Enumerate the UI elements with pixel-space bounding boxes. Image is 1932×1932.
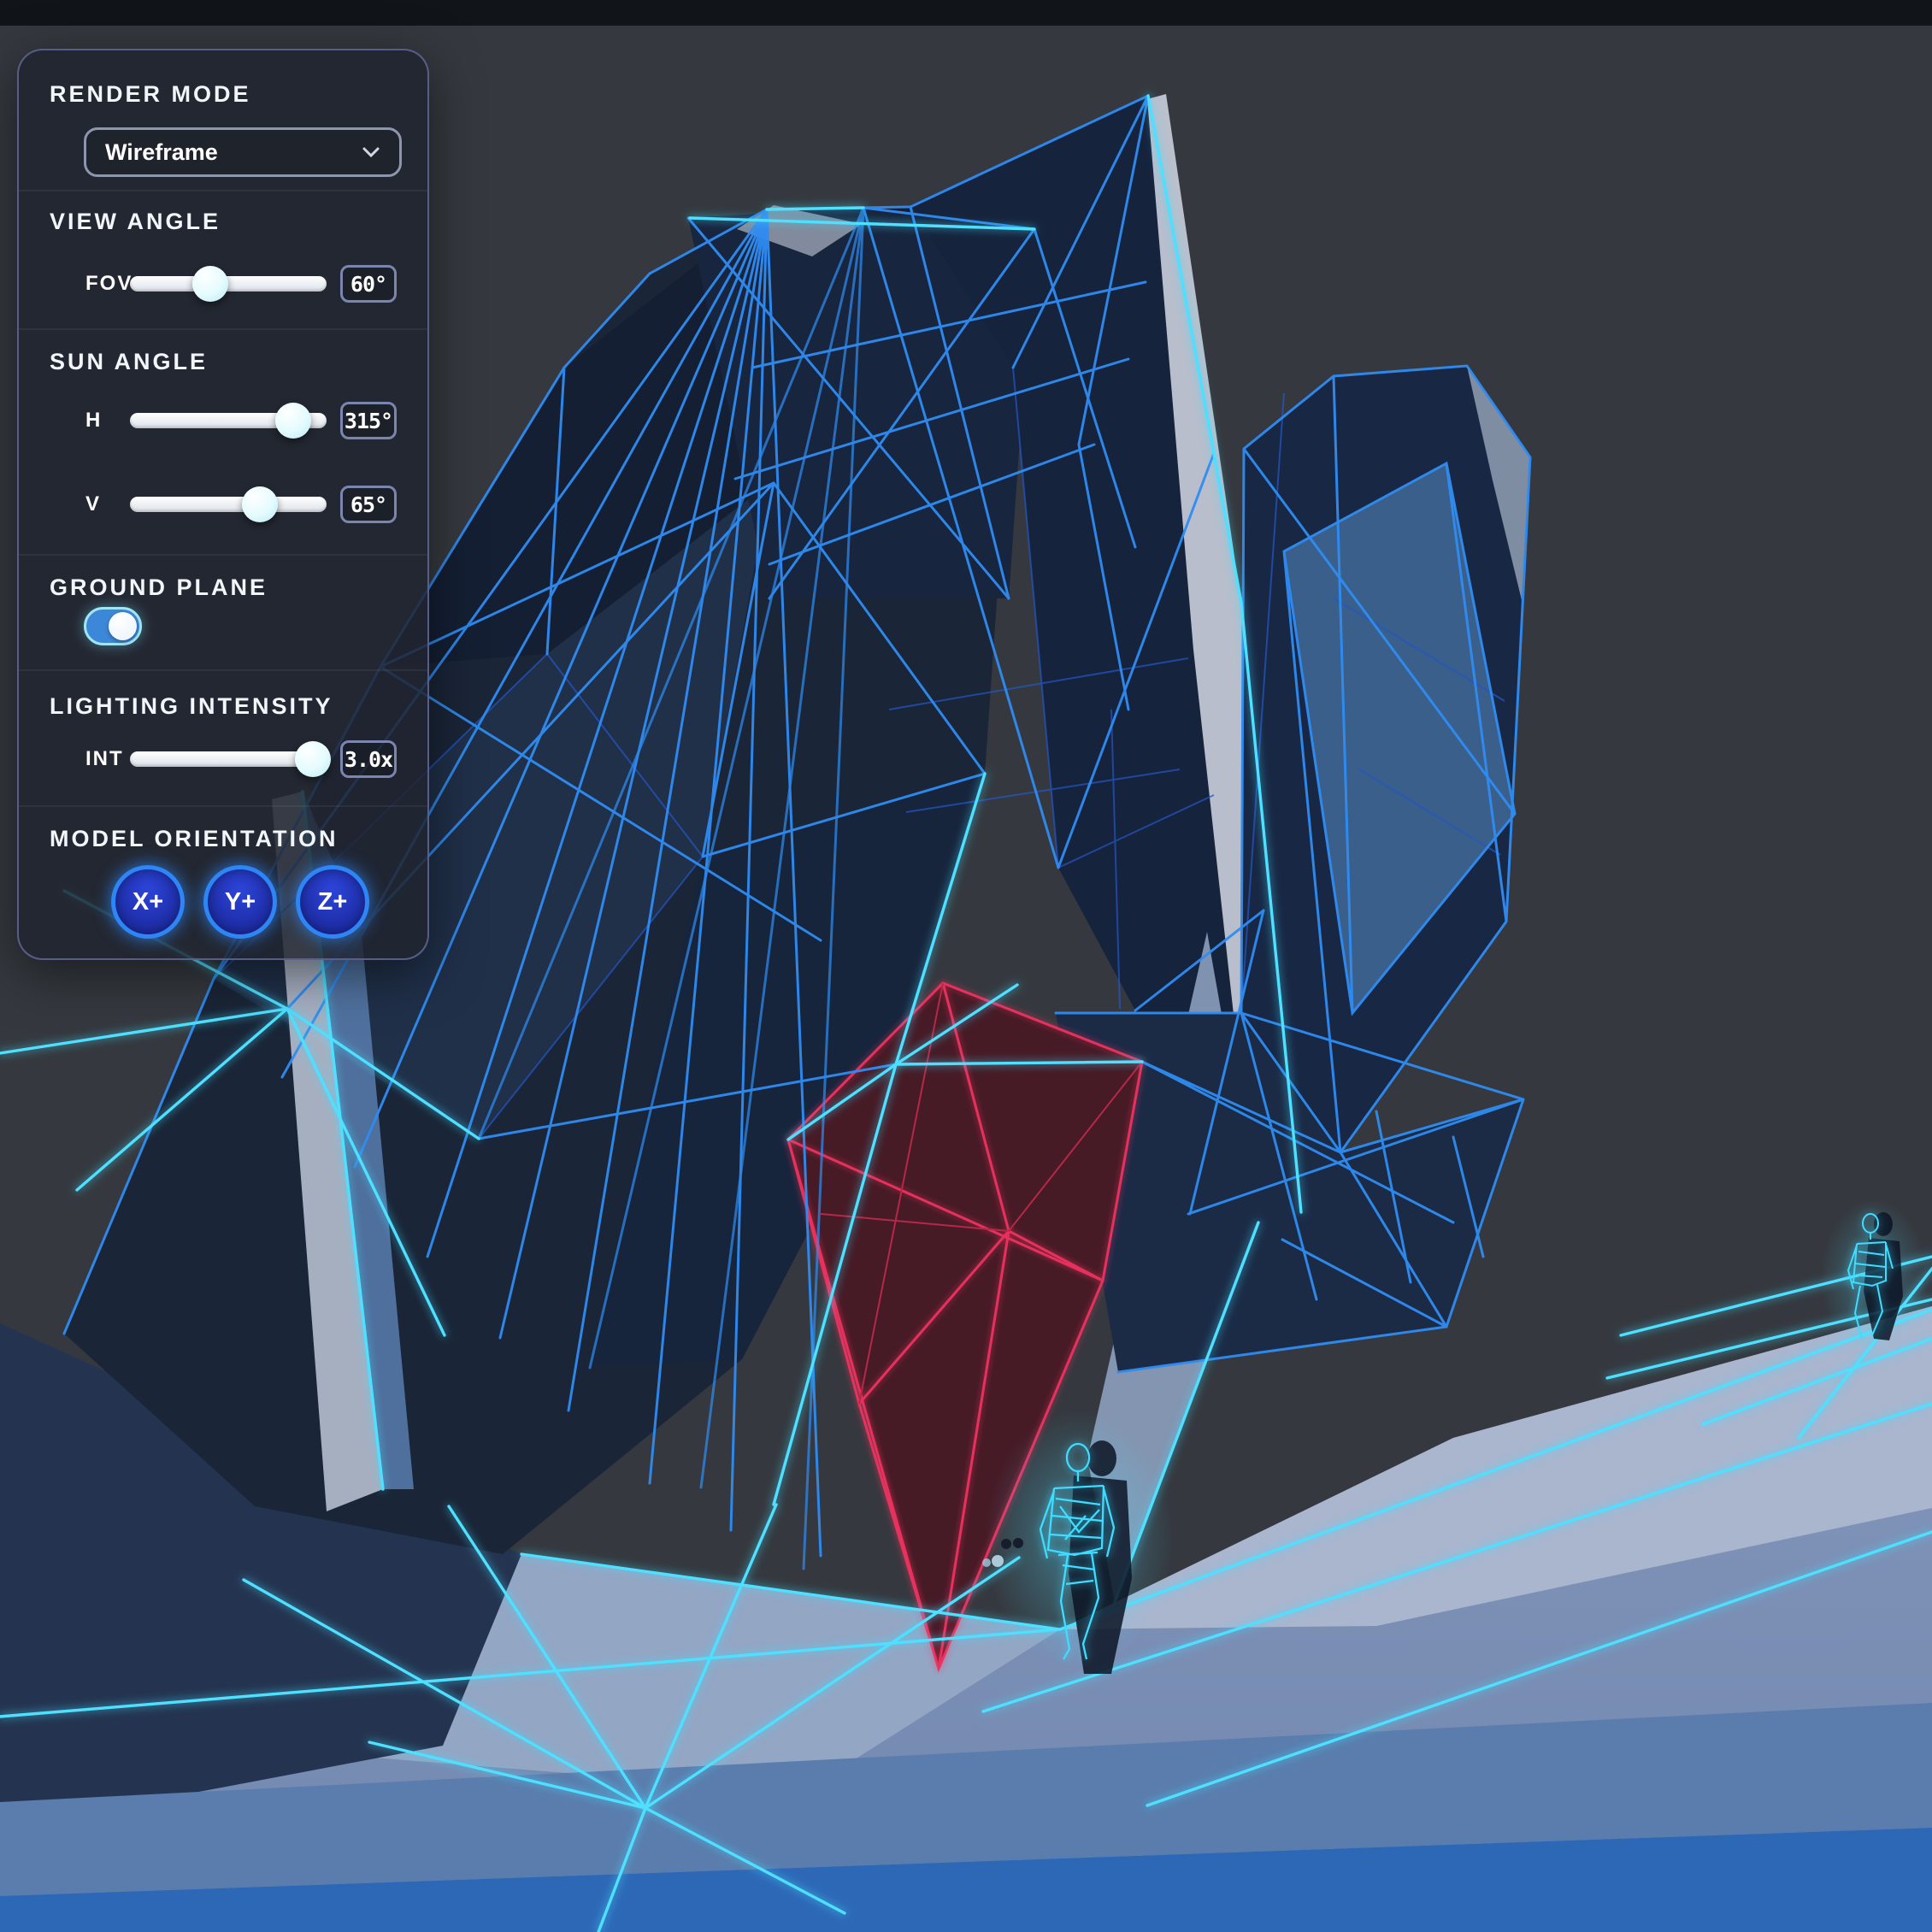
intensity-label: INT — [85, 747, 130, 771]
sun-v-value-badge: 65° — [340, 486, 397, 523]
settings-panel: RENDER MODE Wireframe VIEW ANGLE FOV 60°… — [17, 49, 429, 960]
chevron-down-icon — [362, 146, 380, 158]
rotate-x-button[interactable]: X+ — [111, 865, 185, 939]
sun-angle-label: SUN ANGLE — [50, 349, 397, 374]
sun-v-slider[interactable] — [130, 497, 327, 512]
fov-value-badge: 60° — [340, 265, 397, 303]
section-divider — [19, 328, 427, 330]
lighting-intensity-label: LIGHTING INTENSITY — [50, 693, 397, 719]
ground-plane-toggle[interactable] — [84, 607, 142, 645]
model-orientation-label: MODEL ORIENTATION — [50, 826, 397, 851]
fov-slider-thumb[interactable] — [192, 266, 228, 302]
orientation-buttons: X+ Y+ Z+ — [111, 865, 397, 939]
render-mode-label: RENDER MODE — [50, 81, 397, 107]
app-window: RENDER MODE Wireframe VIEW ANGLE FOV 60°… — [0, 0, 1932, 1932]
section-divider — [19, 190, 427, 191]
fov-label: FOV — [85, 272, 130, 296]
sun-h-label: H — [85, 409, 130, 433]
rotate-z-button[interactable]: Z+ — [296, 865, 369, 939]
intensity-slider[interactable] — [130, 751, 327, 767]
sun-v-slider-thumb[interactable] — [242, 486, 278, 522]
intensity-slider-thumb[interactable] — [295, 741, 331, 777]
sun-h-slider-thumb[interactable] — [275, 403, 311, 439]
sun-h-slider-row: H 315° — [50, 397, 397, 445]
intensity-value-badge: 3.0x — [340, 740, 397, 778]
section-divider — [19, 554, 427, 556]
rotate-y-button[interactable]: Y+ — [203, 865, 277, 939]
section-divider — [19, 669, 427, 671]
view-angle-label: VIEW ANGLE — [50, 209, 397, 234]
ground-plane-label: GROUND PLANE — [50, 574, 397, 600]
render-mode-value: Wireframe — [105, 139, 218, 166]
section-divider — [19, 805, 427, 807]
fov-slider[interactable] — [130, 276, 327, 292]
sun-h-slider[interactable] — [130, 413, 327, 428]
render-mode-select[interactable]: Wireframe — [84, 127, 402, 177]
fov-slider-row: FOV 60° — [50, 260, 397, 308]
ground-plane-toggle-knob — [109, 612, 137, 640]
sun-v-slider-row: V 65° — [50, 480, 397, 528]
sun-h-value-badge: 315° — [340, 402, 397, 439]
intensity-slider-row: INT 3.0x — [50, 735, 397, 783]
sun-v-label: V — [85, 492, 130, 516]
top-bar — [0, 0, 1932, 26]
human-figure-right — [1821, 1199, 1927, 1357]
